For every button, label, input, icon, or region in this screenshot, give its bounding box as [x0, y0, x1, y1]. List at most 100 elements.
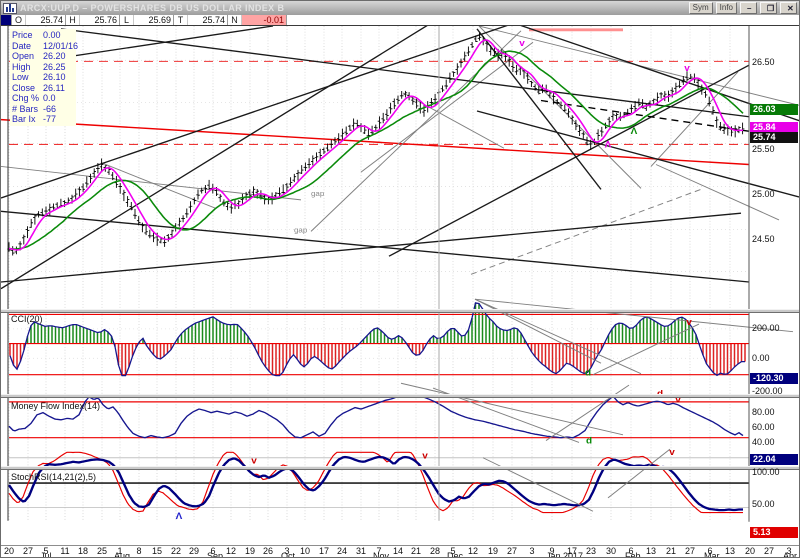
chart-window: ARCX:UUP,D – POWERSHARES DB US DOLLAR IN… — [0, 0, 800, 558]
x-tick-label: 31 — [356, 546, 366, 556]
net-change-label: N — [228, 15, 242, 25]
x-month-label: Feb — [625, 551, 641, 558]
sym-button[interactable]: Sym — [689, 2, 713, 14]
info-label: Chg % — [12, 93, 43, 104]
svg-text:gap: gap — [294, 225, 308, 234]
last-value: 25.74 — [188, 15, 228, 25]
x-tick-label: 26 — [263, 546, 273, 556]
svg-text:Λ: Λ — [176, 511, 183, 522]
x-tick-label: 28 — [430, 546, 440, 556]
indicator-tag: -120.30 — [750, 373, 798, 384]
y-axis-label: 200.00 — [752, 323, 780, 333]
info-label: Bar Ix — [12, 114, 43, 125]
svg-text:v: v — [519, 38, 525, 49]
y-axis-label: 25.50 — [752, 144, 775, 154]
x-tick-label: 21 — [411, 546, 421, 556]
mfi-panel-title: Money Flow Index(14) — [11, 401, 100, 411]
x-tick-label: 19 — [488, 546, 498, 556]
open-value: 25.74 — [26, 15, 66, 25]
svg-text:v: v — [684, 63, 690, 74]
x-tick-label: 27 — [764, 546, 774, 556]
x-tick-label: 30 — [606, 546, 616, 556]
info-label: Date — [12, 41, 43, 52]
x-tick-label: 18 — [78, 546, 88, 556]
x-tick-label: 11 — [60, 546, 69, 556]
info-value: -77 — [43, 114, 56, 125]
x-tick-label: 27 — [685, 546, 695, 556]
last-label: T — [174, 15, 188, 25]
panel-divider[interactable] — [1, 309, 800, 313]
info-value: 12/01/16 — [43, 41, 78, 52]
x-tick-label: 24 — [337, 546, 347, 556]
info-button[interactable]: Info — [716, 2, 737, 14]
svg-text:v: v — [686, 317, 692, 328]
price-tag: 26.03 — [750, 104, 798, 115]
x-tick-label: 20 — [745, 546, 755, 556]
info-value: 26.11 — [43, 83, 65, 94]
close-button[interactable]: ✕ — [780, 2, 797, 14]
x-tick-label: 15 — [152, 546, 162, 556]
title-bar: ARCX:UUP,D – POWERSHARES DB US DOLLAR IN… — [1, 1, 799, 15]
price-tag: 25.74 — [750, 132, 798, 143]
chart-region: vvΛΛgapgapvddvdvvvΛ Price0.00 Date12/01/… — [1, 26, 800, 558]
x-month-label: Jul — [40, 551, 52, 558]
maximize-button[interactable]: ❐ — [760, 2, 777, 14]
panel-divider[interactable] — [1, 466, 800, 470]
y-axis-label: 100.00 — [752, 467, 780, 477]
y-axis-label: 60.00 — [752, 422, 775, 432]
x-month-label: Nov — [373, 551, 389, 558]
svg-text:Λ: Λ — [631, 126, 638, 137]
minimize-button[interactable]: – — [740, 2, 757, 14]
x-month-label: Sep — [207, 551, 223, 558]
y-axis-label: 50.00 — [752, 499, 775, 509]
x-tick-label: 20 — [4, 546, 14, 556]
data-window-panel: Price0.00 Date12/01/16 Open26.20 High26.… — [10, 29, 76, 126]
x-month-label: Jan 2017 — [546, 551, 583, 558]
x-tick-label: 12 — [226, 546, 236, 556]
cci-panel-title: CCI(20) — [11, 314, 43, 324]
svg-text:d: d — [585, 368, 591, 379]
panel-divider[interactable] — [1, 394, 800, 398]
chart-canvas[interactable]: vvΛΛgapgapvddvdvvvΛ — [1, 26, 800, 558]
x-month-label: Apr — [783, 551, 797, 558]
svg-text:d: d — [586, 436, 592, 447]
indicator-tag: 5.13 — [750, 527, 798, 538]
svg-text:gap: gap — [311, 189, 325, 198]
svg-text:v: v — [669, 447, 675, 458]
info-value: 26.25 — [43, 62, 66, 73]
info-label: Price — [12, 30, 43, 41]
x-tick-label: 23 — [586, 546, 596, 556]
info-label: Close — [12, 83, 43, 94]
x-tick-label: 22 — [171, 546, 181, 556]
x-tick-label: 13 — [646, 546, 656, 556]
y-axis-label: 26.50 — [752, 57, 775, 67]
info-label: Open — [12, 51, 43, 62]
info-label: High — [12, 62, 43, 73]
symbol-color-box — [1, 15, 12, 25]
low-label: L — [120, 15, 134, 25]
high-label: H — [66, 15, 80, 25]
y-axis-label: 24.50 — [752, 234, 775, 244]
x-tick-label: 3 — [529, 546, 534, 556]
info-label: Low — [12, 72, 43, 83]
info-value: 0.0 — [43, 93, 56, 104]
stochrsi-panel-title: StochRSI(14,21(2),5) — [11, 472, 96, 482]
open-label: O — [12, 15, 26, 25]
net-change-value: -0.01 — [242, 15, 287, 25]
x-tick-label: 27 — [23, 546, 33, 556]
info-value: 26.10 — [43, 72, 66, 83]
x-tick-label: 8 — [136, 546, 141, 556]
x-tick-label: 12 — [468, 546, 478, 556]
y-axis-label: -200.00 — [752, 386, 783, 396]
x-tick-label: 10 — [300, 546, 310, 556]
svg-text:Λ: Λ — [605, 139, 612, 150]
y-axis-label: 40.00 — [752, 437, 775, 447]
x-tick-label: 17 — [319, 546, 329, 556]
x-month-label: Aug — [114, 551, 130, 558]
info-value: 26.20 — [43, 51, 66, 62]
x-tick-label: 29 — [189, 546, 199, 556]
info-value: 0.00 — [43, 30, 61, 41]
x-month-label: Oct — [281, 551, 295, 558]
svg-text:v: v — [422, 451, 428, 462]
y-axis-label: 80.00 — [752, 407, 775, 417]
